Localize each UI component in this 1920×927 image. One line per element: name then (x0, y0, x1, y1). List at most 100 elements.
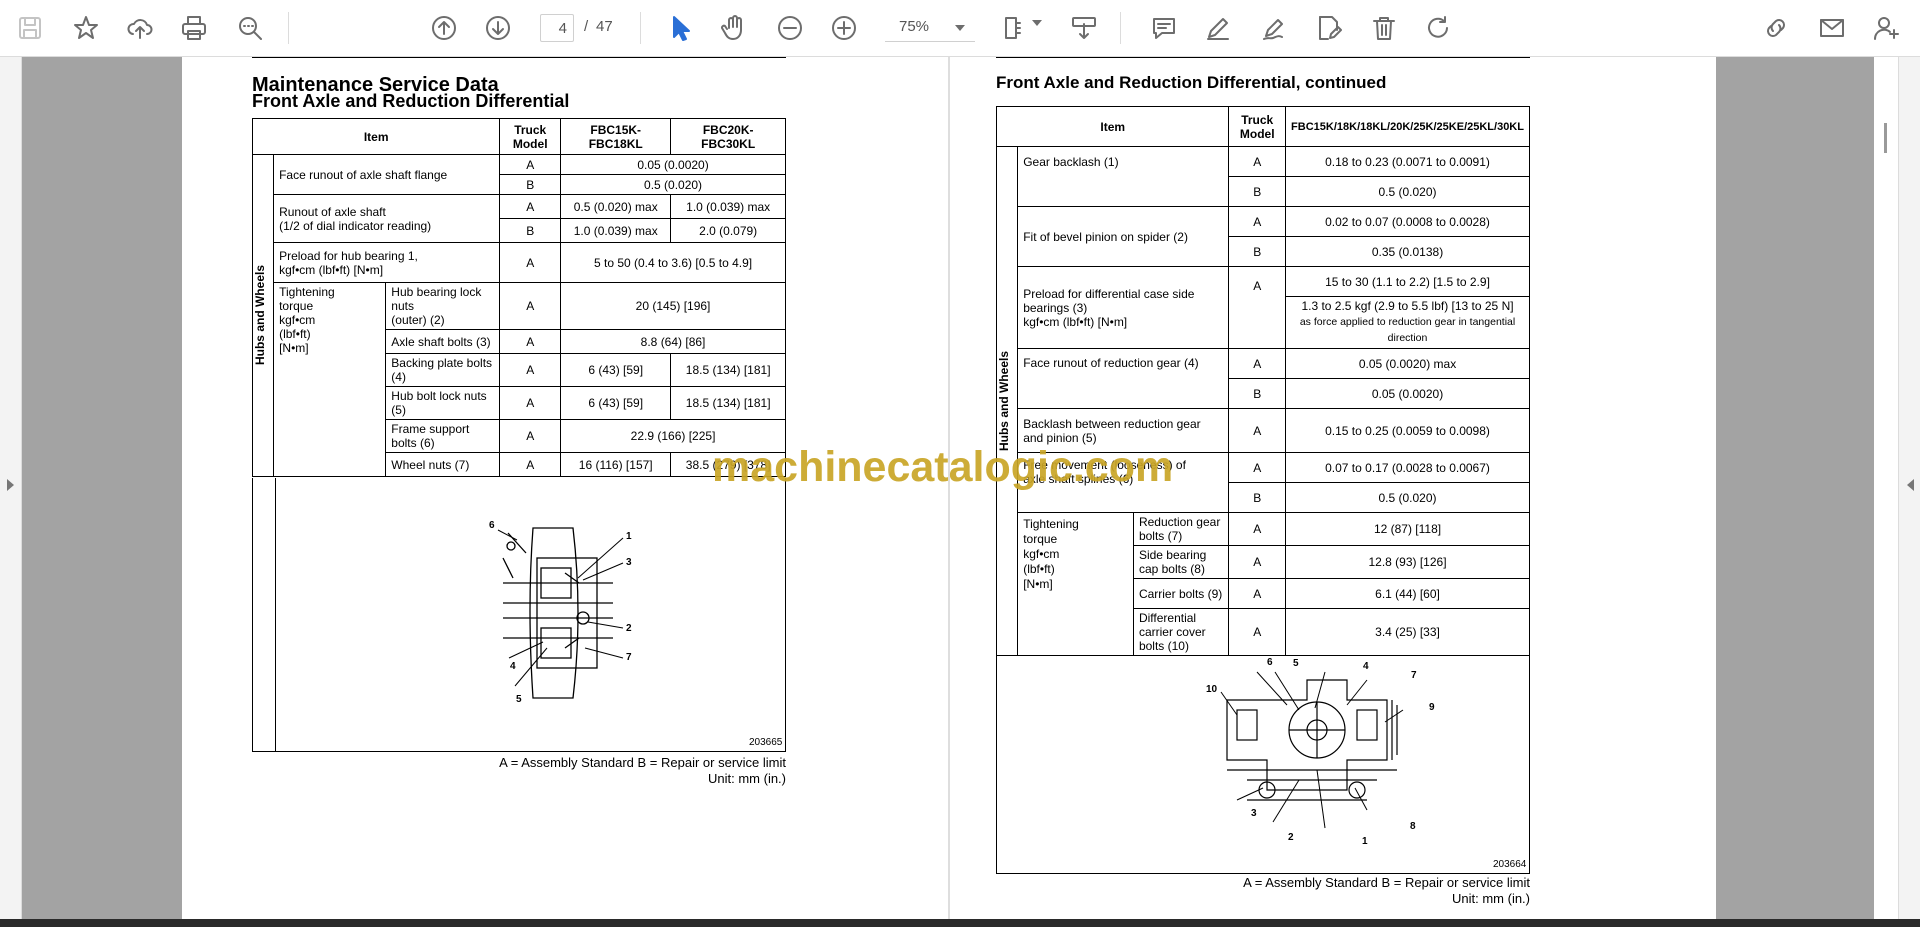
email-icon[interactable] (1812, 8, 1852, 48)
edit-pdf-icon[interactable] (1308, 8, 1348, 48)
save-icon[interactable] (10, 8, 50, 48)
zoom-in-icon[interactable] (824, 8, 864, 48)
value-cell: 0.15 to 0.25 (0.0059 to 0.0098) (1285, 408, 1530, 453)
search-zoom-icon[interactable] (230, 8, 270, 48)
hand-icon[interactable] (714, 8, 754, 48)
bookmark-star-icon[interactable] (66, 8, 106, 48)
figure-label: 5 (516, 694, 522, 705)
page-up-icon[interactable] (424, 8, 464, 48)
toolbar-separator (640, 12, 641, 44)
right-panel-toggle[interactable] (1898, 57, 1920, 919)
page-subtitle: Front Axle and Reduction Differential, c… (996, 73, 1387, 92)
chevron-down-icon[interactable] (1032, 20, 1042, 26)
model-cell: A (499, 194, 562, 219)
hub-assembly-diagram (497, 527, 624, 699)
figure-label: 3 (626, 557, 632, 568)
sign-icon[interactable] (1254, 8, 1294, 48)
document-page: Maintenance Service Data Front Axle and … (182, 57, 1716, 919)
model-cell: A (499, 419, 562, 453)
item-cell: Fit of bevel pinion on spider (2) (1017, 206, 1230, 267)
rotate-icon[interactable] (1418, 8, 1458, 48)
value-cell: 0.18 to 0.23 (0.0071 to 0.0091) (1285, 146, 1530, 177)
figure-id: 203665 (749, 737, 783, 748)
value-cell: 0.35 (0.0138) (1285, 236, 1530, 267)
toolbar-separator (288, 12, 289, 44)
item-cell: Side bearing cap bolts (8) (1132, 545, 1230, 579)
document-viewer: Maintenance Service Data Front Axle and … (0, 57, 1920, 919)
model-cell: A (1228, 266, 1287, 349)
differential-diagram (1220, 671, 1404, 829)
value-cell: 16 (116) [157] (560, 452, 672, 477)
figure-label: 7 (626, 652, 632, 663)
expand-left-icon (7, 479, 14, 491)
model-cell: B (1228, 378, 1287, 409)
page-rule (996, 57, 1530, 58)
side-label: Hubs and Wheels (253, 265, 267, 366)
viewer-background (22, 57, 182, 919)
figure-label: 9 (1429, 702, 1435, 713)
page-rule (252, 57, 786, 58)
toolbar: / 47 75% (0, 0, 1920, 57)
pen-icon[interactable] (1198, 8, 1238, 48)
header-col1: FBC15K- FBC18KL (560, 118, 672, 155)
value-cell: 6 (43) [59] (560, 353, 672, 387)
page-number-input[interactable] (540, 14, 574, 42)
zoom-out-icon[interactable] (770, 8, 810, 48)
watermark-text: machinecatalogic.com (712, 443, 1174, 491)
scrollbar-thumb[interactable] (1884, 123, 1887, 153)
figure-id: 203664 (1493, 859, 1527, 870)
horizontal-scrollbar[interactable] (0, 919, 1920, 927)
vertical-scrollbar[interactable] (1874, 57, 1898, 919)
page-down-icon[interactable] (478, 8, 518, 48)
value-cell: 18.5 (134) [181] (670, 386, 786, 420)
item-cell: Preload for hub bearing 1, kgf•cm (lbf•f… (273, 242, 501, 283)
item-cell: Preload for differential case side beari… (1017, 266, 1230, 349)
item-cell: Hub bearing lock nuts (outer) (2) (385, 282, 501, 330)
torque-label: Tightening torque kgf•cm (lbf•ft) [N•m] (1017, 512, 1134, 656)
select-cursor-icon[interactable] (660, 8, 700, 48)
model-cell: A (1228, 146, 1287, 177)
figure-label: 3 (1251, 808, 1257, 819)
unit-note: Unit: mm (in.) (708, 771, 786, 786)
figure-label: 1 (626, 531, 632, 542)
value-cell: 6 (43) [59] (560, 386, 672, 420)
zoom-value: 75% (899, 18, 930, 35)
model-cell: A (499, 353, 562, 387)
value-note: as force applied to reduction gear in ta… (1299, 316, 1516, 344)
value-cell: 1.0 (0.039) max (560, 218, 672, 243)
model-cell: A (1228, 206, 1287, 237)
comment-icon[interactable] (1144, 8, 1184, 48)
right-figure-box: 6 5 4 7 10 9 3 2 1 8 203664 (996, 646, 1530, 874)
print-icon[interactable] (174, 8, 214, 48)
figure-label: 2 (626, 623, 632, 634)
page-total: 47 (596, 18, 613, 35)
add-user-icon[interactable] (1866, 8, 1906, 48)
page-layout-icon[interactable] (996, 8, 1036, 48)
model-cell: A (499, 282, 562, 330)
model-cell: B (499, 174, 562, 195)
value-cell: 1.3 to 2.5 kgf (2.9 to 5.5 lbf) [13 to 2… (1301, 299, 1514, 313)
zoom-select[interactable]: 75% (885, 14, 975, 42)
left-panel-toggle[interactable] (0, 57, 22, 919)
download-icon[interactable] (1064, 8, 1104, 48)
page-subtitle: Front Axle and Reduction Differential (252, 91, 570, 111)
item-cell: Gear backlash (1) (1017, 146, 1230, 207)
delete-icon[interactable] (1364, 8, 1404, 48)
model-cell: A (1228, 578, 1287, 609)
figure-divider (275, 478, 276, 752)
left-figure-box: 6 1 3 2 4 7 5 203665 (252, 478, 786, 752)
model-cell: A (1228, 408, 1287, 453)
figure-label: 10 (1206, 684, 1218, 695)
header-col2: FBC20K- FBC30KL (670, 118, 786, 155)
model-cell: A (1228, 512, 1287, 546)
model-cell: A (499, 242, 562, 283)
torque-label: Tightening torque kgf•cm (lbf•ft) [N•m] (273, 282, 387, 477)
share-link-icon[interactable] (1756, 8, 1796, 48)
value-cell: 18.5 (134) [181] (670, 353, 786, 387)
figure-label: 6 (489, 520, 495, 531)
value-cell: 12 (87) [118] (1285, 512, 1530, 546)
model-cell: A (499, 329, 562, 354)
value-cell: 0.05 (0.0020) max (1285, 348, 1530, 379)
upload-icon[interactable] (120, 8, 160, 48)
value-cell: 0.5 (0.020) (560, 174, 786, 195)
